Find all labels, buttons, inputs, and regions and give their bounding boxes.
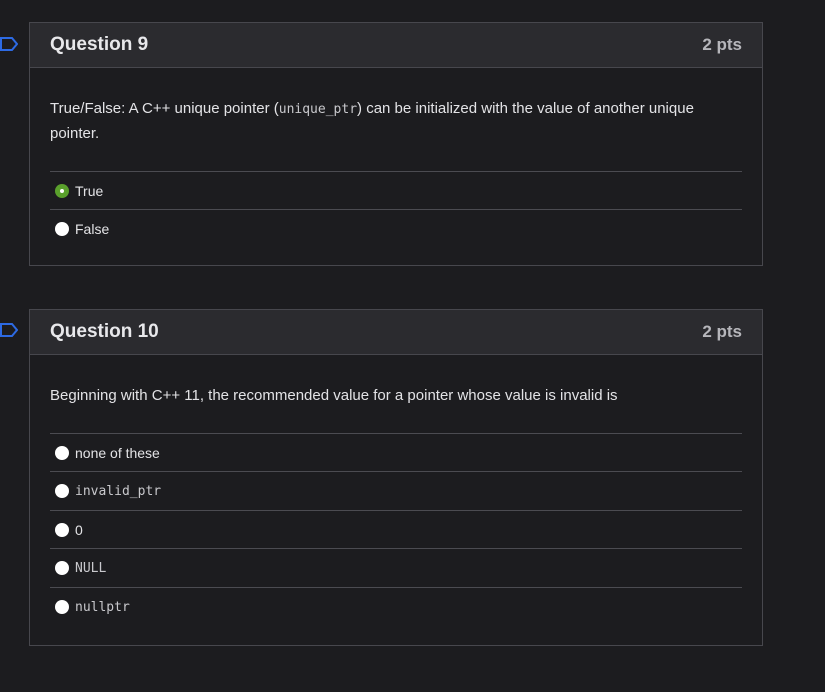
answer-false[interactable]: False [50, 210, 742, 248]
answer-list: none of these invalid_ptr 0 NULL nullptr [50, 433, 742, 626]
question-title: Question 10 [50, 321, 159, 342]
radio-icon[interactable] [55, 484, 69, 498]
answer-label: none of these [75, 444, 160, 461]
question-text: Beginning with C++ 11, the recommended v… [50, 387, 618, 404]
radio-selected-icon[interactable] [55, 183, 69, 198]
answer-invalid-ptr[interactable]: invalid_ptr [50, 472, 742, 511]
radio-icon[interactable] [55, 600, 69, 614]
flag-question-icon[interactable] [0, 37, 18, 51]
question-body: Beginning with C++ 11, the recommended v… [30, 355, 762, 626]
question-body: True/False: A C++ unique pointer (unique… [30, 68, 762, 248]
question-points: 2 pts [702, 35, 742, 54]
answer-list: True False [50, 171, 742, 248]
answer-nullptr[interactable]: nullptr [50, 588, 742, 626]
answer-label: False [75, 221, 110, 237]
radio-icon[interactable] [55, 445, 69, 460]
answer-label: invalid_ptr [75, 483, 162, 499]
flag-question-icon[interactable] [0, 323, 18, 337]
answer-label: True [75, 182, 104, 199]
answer-label: 0 [75, 521, 83, 538]
answer-null[interactable]: NULL [50, 549, 742, 588]
answer-none-of-these[interactable]: none of these [50, 434, 742, 472]
question-header: Question 9 2 pts [30, 23, 762, 68]
question-code: unique_ptr [278, 102, 358, 117]
question-text: True/False: A C++ unique pointer (unique… [50, 68, 742, 171]
question-title: Question 9 [50, 34, 149, 55]
answer-true[interactable]: True [50, 172, 742, 210]
question-text-start: True/False: A C++ unique pointer ( [50, 100, 279, 117]
question-9: Question 9 2 pts True/False: A C++ uniqu… [29, 22, 763, 266]
radio-icon[interactable] [55, 561, 69, 575]
answer-zero[interactable]: 0 [50, 511, 742, 549]
answer-label: NULL [75, 560, 107, 576]
question-points: 2 pts [702, 322, 742, 341]
question-header: Question 10 2 pts [30, 310, 762, 355]
question-10: Question 10 2 pts Beginning with C++ 11,… [29, 309, 763, 646]
radio-icon[interactable] [55, 222, 69, 236]
radio-icon[interactable] [55, 522, 69, 537]
answer-label: nullptr [75, 599, 130, 615]
